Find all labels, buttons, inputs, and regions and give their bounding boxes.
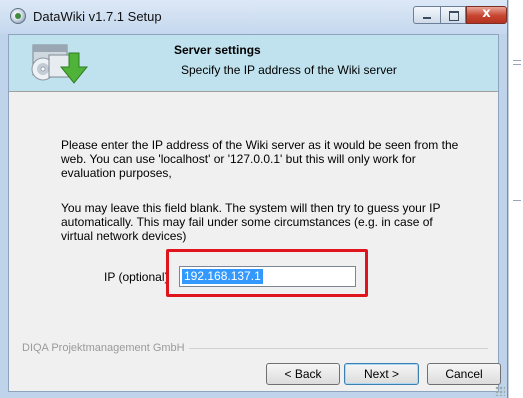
background-window-edge bbox=[508, 0, 523, 398]
back-button[interactable]: < Back bbox=[266, 363, 340, 385]
ip-label: IP (optional) bbox=[104, 270, 169, 284]
instruction-paragraph-blank: You may leave this field blank. The syst… bbox=[61, 201, 441, 243]
cancel-button[interactable]: Cancel bbox=[427, 363, 501, 385]
installer-globe-icon bbox=[10, 8, 26, 24]
next-button[interactable]: Next > bbox=[344, 363, 419, 385]
minimize-button[interactable] bbox=[413, 6, 440, 24]
wizard-header: Server settings Specify the IP address o… bbox=[9, 35, 498, 92]
setup-window: DataWiki v1.7.1 Setup x Server settings bbox=[0, 0, 508, 398]
header-title: Server settings bbox=[174, 43, 261, 57]
brand-label: DIQA Projektmanagement GmbH bbox=[22, 342, 189, 354]
ip-input[interactable] bbox=[179, 266, 356, 287]
resize-grip[interactable] bbox=[495, 386, 505, 396]
close-button[interactable]: x bbox=[466, 6, 507, 24]
close-icon: x bbox=[482, 6, 491, 21]
header-subtitle: Specify the IP address of the Wiki serve… bbox=[181, 63, 397, 77]
install-box-download-icon bbox=[31, 44, 89, 84]
window-title: DataWiki v1.7.1 Setup bbox=[33, 9, 162, 24]
dialog-client-area: Server settings Specify the IP address o… bbox=[8, 34, 501, 392]
maximize-button[interactable] bbox=[440, 6, 466, 24]
title-bar[interactable]: DataWiki v1.7.1 Setup x bbox=[0, 0, 507, 34]
instruction-paragraph: Please enter the IP address of the Wiki … bbox=[61, 138, 459, 180]
